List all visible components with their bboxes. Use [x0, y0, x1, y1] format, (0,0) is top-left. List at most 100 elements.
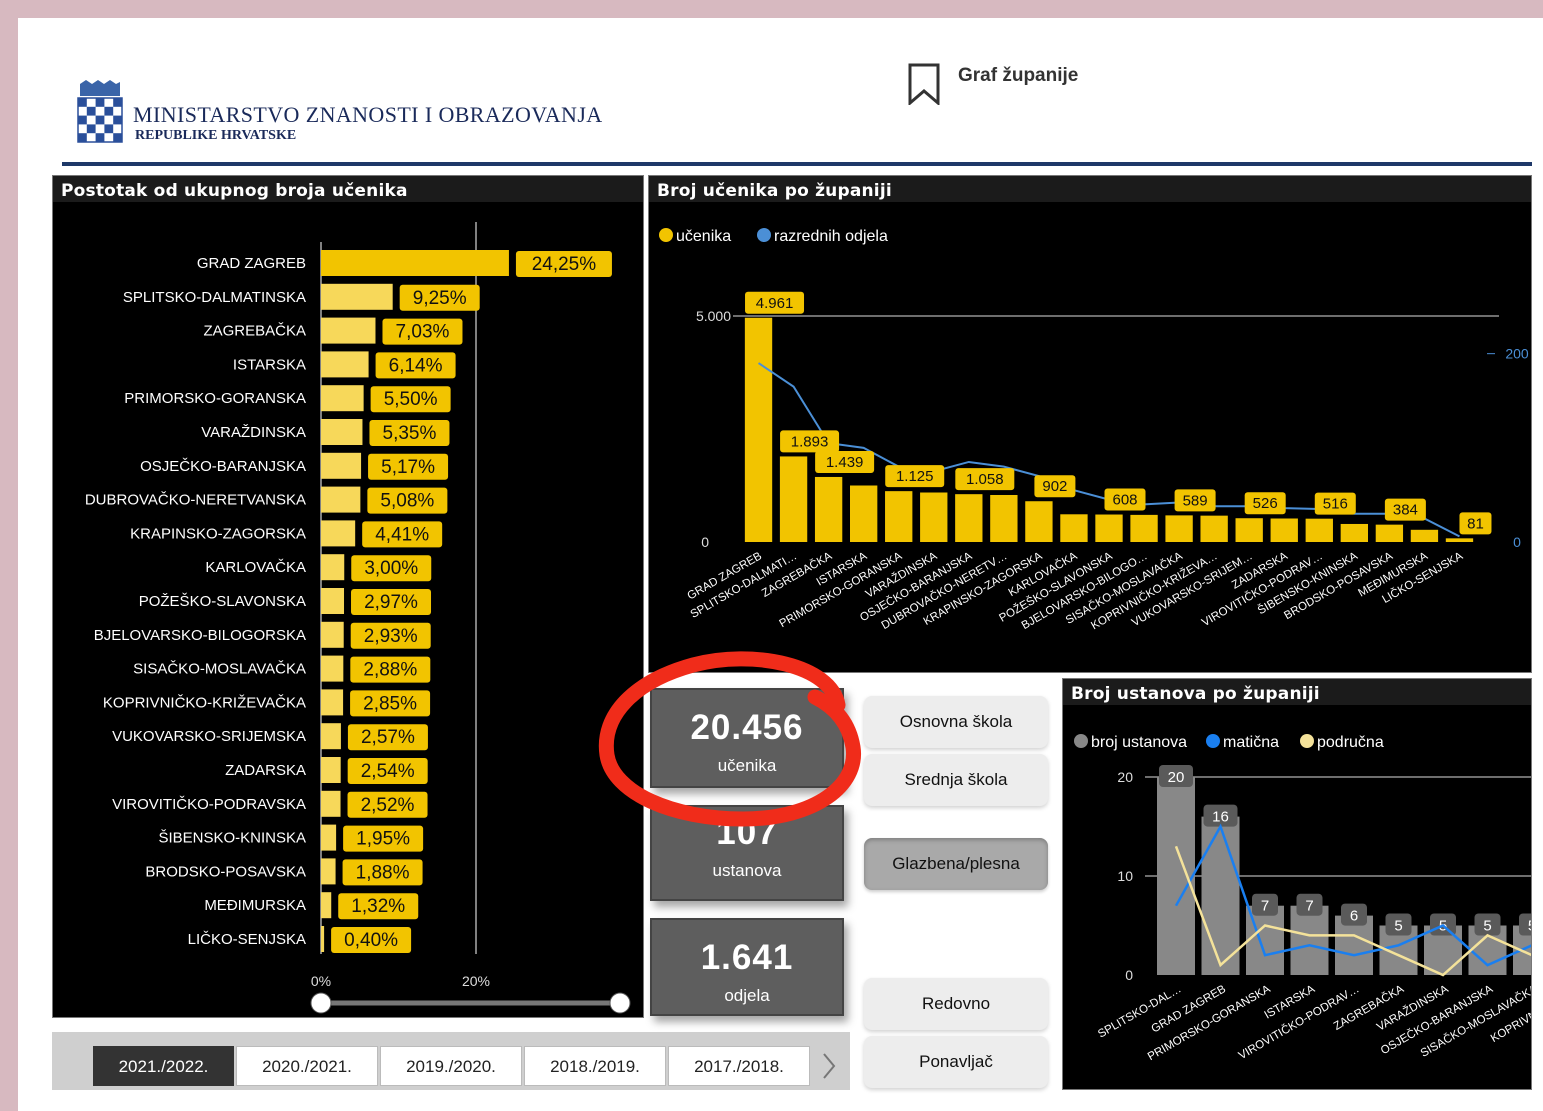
- percentage-chart-panel: Postotak od ukupnog broja učenika 0% 20% G…: [52, 175, 644, 1018]
- data-label: 5: [1483, 918, 1491, 935]
- year-tab-bar: 2021./2022. 2020./2021. 2019./2020. 2018…: [52, 1032, 850, 1090]
- category-label: VIROVITIČKO-PODRAVSKA: [112, 796, 306, 813]
- category-label: ZADARSKA: [225, 762, 306, 779]
- category-label: OSJEČKO-BARANJSKA: [140, 458, 306, 475]
- students-bar: [1410, 529, 1439, 542]
- category-label: SPLITSKO-DALMATINSKA: [123, 289, 306, 306]
- bookmark-icon[interactable]: [908, 63, 940, 107]
- category-label: KARLOVAČKA: [205, 559, 306, 576]
- header-divider: [62, 162, 1532, 166]
- percentage-bar: [321, 419, 363, 445]
- students-combo-chart: učenika razrednih odjela05.0000200GRAD ZA…: [659, 228, 1529, 632]
- students-bar: [990, 494, 1018, 542]
- school-type-srednja-button[interactable]: Srednja škola: [864, 754, 1048, 806]
- student-type-redovno-button[interactable]: Redovno: [864, 978, 1048, 1030]
- data-label: 5: [1528, 918, 1531, 935]
- category-label: ZAGREBAČKA: [203, 323, 306, 340]
- percentage-bar: [321, 283, 393, 310]
- data-label: 5,17%: [381, 457, 435, 478]
- students-chart-title: Broj učenika po županiji: [649, 176, 1531, 202]
- students-bar: [1095, 514, 1123, 542]
- range-slider-handle-min[interactable]: [310, 992, 332, 1014]
- year-tab[interactable]: 2020./2021.: [236, 1046, 378, 1086]
- kpi-classes-label: odjela: [724, 986, 770, 1005]
- institutions-bar: [1201, 816, 1240, 975]
- students-bar: [1375, 524, 1404, 542]
- report-page: MINISTARSTVO ZNANOSTI I OBRAZOVANJA REPU…: [18, 18, 1543, 1111]
- students-bar: [885, 491, 913, 542]
- data-label: 6,14%: [389, 355, 443, 376]
- students-bar: [920, 492, 948, 542]
- percentage-bar: [321, 486, 361, 513]
- students-bar: [1060, 514, 1088, 542]
- students-bar: [814, 476, 843, 542]
- y-tick-label: 20: [1117, 769, 1133, 785]
- students-bar: [849, 485, 878, 542]
- kpi-institutions-label: ustanova: [712, 861, 782, 880]
- data-label: 516: [1323, 496, 1348, 513]
- category-label: VARAŽDINSKA: [201, 424, 306, 441]
- percentage-bar: [321, 824, 337, 851]
- legend-label: broj ustanova: [1091, 734, 1187, 751]
- percentage-bar: [321, 892, 332, 919]
- students-bar: [779, 456, 808, 542]
- x-tick-label: VARAŽDINSKA: [1374, 982, 1450, 1034]
- kpi-classes: 1.641 odjela: [650, 918, 844, 1016]
- category-label: PRIMORSKO-GORANSKA: [124, 390, 306, 407]
- legend-marker: [1206, 734, 1220, 748]
- data-label: 3,00%: [364, 558, 418, 579]
- data-label: 2,54%: [361, 761, 415, 782]
- data-label: 4.961: [756, 295, 794, 312]
- data-label: 1.893: [791, 433, 829, 450]
- year-tab[interactable]: 2017./2018.: [668, 1046, 810, 1086]
- data-label: 7: [1305, 898, 1313, 915]
- year-tab[interactable]: 2021./2022.: [93, 1046, 234, 1086]
- percentage-bar: [321, 385, 364, 412]
- percentage-bar: [321, 317, 376, 344]
- chevron-right-icon[interactable]: [814, 1046, 844, 1086]
- year-tab[interactable]: 2018./2019.: [524, 1046, 666, 1086]
- data-label: 2,88%: [363, 660, 417, 681]
- x-tick-label: 0%: [311, 973, 331, 989]
- legend-label: matična: [1223, 734, 1279, 751]
- range-slider-handle-max[interactable]: [609, 992, 631, 1014]
- percentage-bar: [321, 621, 344, 648]
- percentage-bar: [321, 689, 344, 716]
- percentage-bar: [321, 757, 341, 783]
- data-label: 384: [1393, 502, 1418, 519]
- category-label: DUBROVAČKO-NERETVANSKA: [85, 492, 306, 509]
- data-label: 16: [1212, 809, 1229, 826]
- data-label: 5: [1394, 918, 1402, 935]
- data-label: 2,57%: [361, 727, 415, 748]
- legend-label: razrednih odjela: [774, 228, 888, 245]
- percentage-bar: [321, 351, 369, 378]
- student-type-ponavljac-button[interactable]: Ponavljač: [864, 1036, 1048, 1088]
- x-tick-label: 20%: [462, 973, 490, 989]
- students-bar: [1200, 515, 1228, 542]
- institutions-bar: [1157, 777, 1195, 975]
- category-label: KRAPINSKO-ZAGORSKA: [130, 525, 306, 542]
- students-bar: [1235, 518, 1263, 542]
- year-tab[interactable]: 2019./2020.: [380, 1046, 522, 1086]
- category-label: ŠIBENSKO-KNINSKA: [158, 830, 306, 847]
- category-label: MEĐIMURSKA: [204, 897, 306, 914]
- percentage-bar: [321, 858, 336, 885]
- data-label: 1,88%: [356, 862, 410, 883]
- school-type-glazbena-button[interactable]: Glazbena/plesna: [864, 838, 1048, 890]
- data-label: 9,25%: [413, 288, 467, 309]
- students-bar: [1130, 514, 1158, 542]
- bookmark-label[interactable]: Graf županije: [958, 65, 1078, 87]
- legend-label: područna: [1317, 734, 1384, 751]
- data-label: 5,35%: [383, 423, 437, 444]
- data-label: 1.058: [966, 471, 1004, 488]
- institutions-chart-panel: Broj ustanova po županiji broj ustanova m…: [1062, 678, 1532, 1090]
- institutions-combo-chart: broj ustanova matična područna01020 20SPLIT…: [1074, 734, 1531, 1063]
- percentage-bar: [321, 723, 341, 750]
- category-label: BRODSKO-POSAVSKA: [145, 863, 306, 880]
- data-label: 81: [1467, 515, 1484, 532]
- republic-name: REPUBLIKE HRVATSKE: [135, 128, 297, 143]
- students-chart-panel: Broj učenika po županiji učenika razredni…: [648, 175, 1532, 673]
- school-type-osnovna-button[interactable]: Osnovna škola: [864, 696, 1048, 748]
- ministry-logo: [76, 80, 124, 152]
- percentage-bar: [321, 554, 345, 581]
